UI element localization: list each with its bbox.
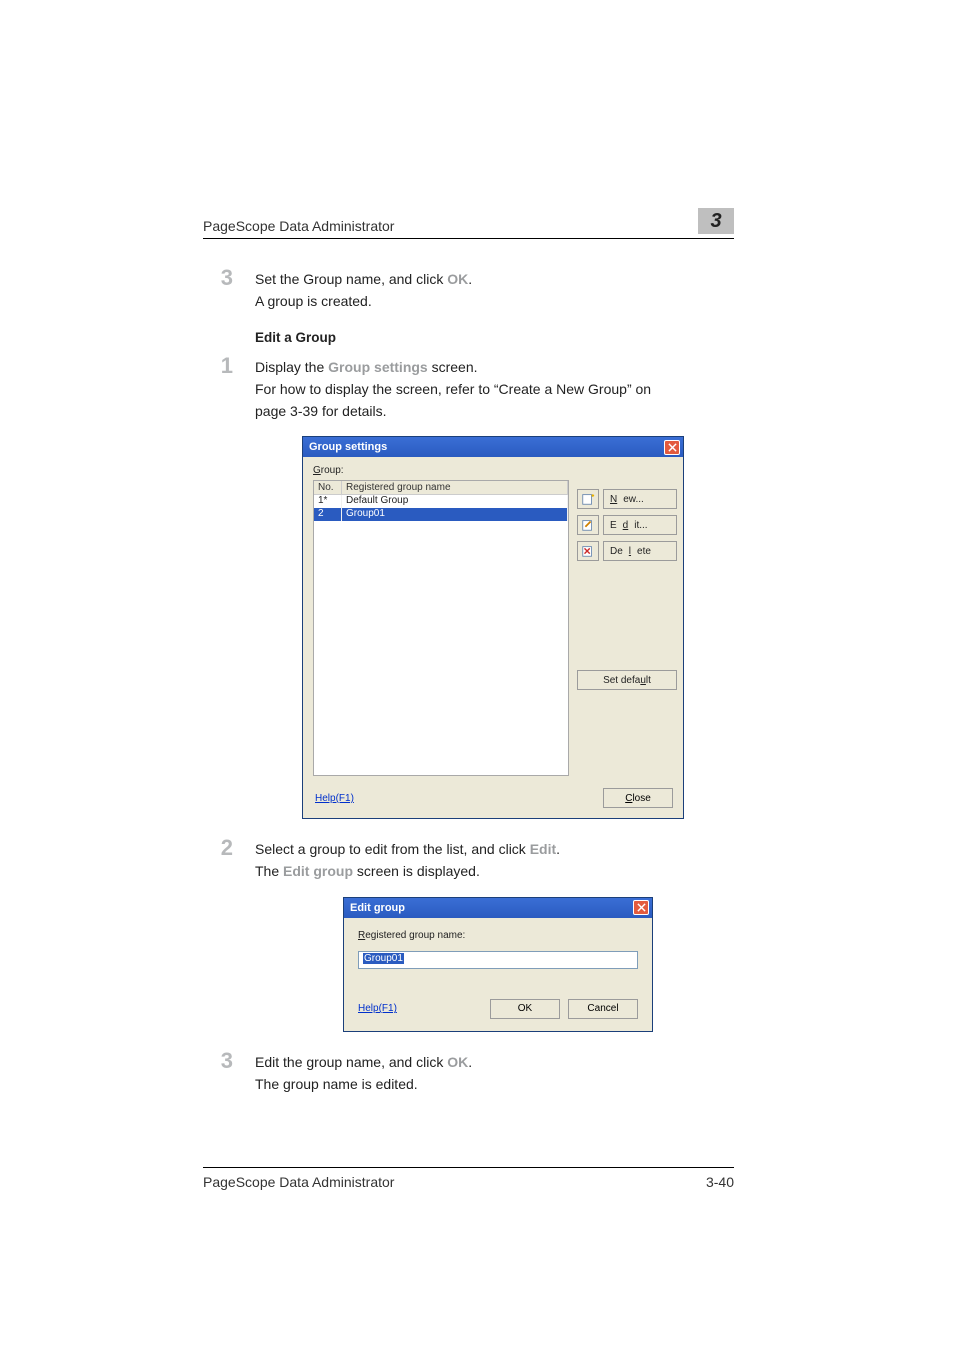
new-button-row: New... [577,489,677,509]
page-footer: PageScope Data Administrator 3-40 [203,1167,734,1190]
dialog-body: Group: No. Registered group name 1* Defa… [303,457,683,782]
step-text: Set the Group name, and click OK. A grou… [255,267,734,312]
step-line: The Edit group screen is displayed. [255,861,734,883]
registered-group-name-label: Registered group name: [358,930,638,941]
step-number: 3 [203,1050,233,1095]
close-icon[interactable] [664,440,680,455]
edit-icon[interactable] [577,515,599,535]
header-title: PageScope Data Administrator [203,218,394,234]
step-line: A group is created. [255,291,734,313]
cancel-button[interactable]: Cancel [568,999,638,1019]
edit-group-dialog: Edit group Registered group name: Group0… [343,897,653,1032]
dialog-title: Group settings [309,441,387,453]
dialog-body: Registered group name: Group01 [344,918,652,973]
dialog-buttons: OK Cancel [490,999,638,1019]
delete-button[interactable]: Delete [603,541,677,561]
chapter-badge: 3 [698,208,734,234]
ok-ref: OK [447,1054,468,1070]
group-label: Group: [313,465,569,476]
group-settings-dialog-figure: Group settings Group: No. Registered gro… [302,436,734,819]
step-line: Set the Group name, and click OK. [255,269,734,291]
step-3-bottom: 3 Edit the group name, and click OK. The… [203,1050,734,1095]
dialog-footer: Help(F1) Close [303,782,683,818]
edit-button[interactable]: Edit... [603,515,677,535]
step-line: For how to display the screen, refer to … [255,379,675,422]
step-number: 3 [203,267,233,312]
step-number: 2 [203,837,233,882]
step-line: Select a group to edit from the list, an… [255,839,734,861]
step-text: Display the Group settings screen. For h… [255,355,734,422]
delete-icon[interactable] [577,541,599,561]
close-button[interactable]: Close [603,788,673,808]
page-header: PageScope Data Administrator 3 [203,208,734,239]
edit-group-ref: Edit group [283,863,353,879]
set-default-button[interactable]: Set default [577,670,677,690]
edit-ref: Edit [530,841,556,857]
group-settings-dialog: Group settings Group: No. Registered gro… [302,436,684,819]
input-value: Group01 [363,953,404,964]
dialog-title: Edit group [350,902,405,914]
step-text: Select a group to edit from the list, an… [255,837,734,882]
new-button[interactable]: New... [603,489,677,509]
help-link[interactable]: Help(F1) [358,1003,397,1014]
new-icon[interactable] [577,489,599,509]
close-icon[interactable] [633,900,649,915]
edit-a-group-heading: Edit a Group [255,330,734,345]
dialog-right-panel: New... Edit... Delete [577,465,677,776]
edit-button-row: Edit... [577,515,677,535]
group-name-input[interactable]: Group01 [358,951,638,969]
step-3-top: 3 Set the Group name, and click OK. A gr… [203,267,734,312]
dialog-left-panel: Group: No. Registered group name 1* Defa… [313,465,569,776]
table-header: No. Registered group name [314,481,568,495]
ok-button[interactable]: OK [490,999,560,1019]
step-1: 1 Display the Group settings screen. For… [203,355,734,422]
document-page: PageScope Data Administrator 3 3 Set the… [0,0,954,1350]
step-line: Edit the group name, and click OK. [255,1052,734,1074]
dialog-footer: Help(F1) OK Cancel [344,973,652,1031]
step-line: Display the Group settings screen. [255,357,734,379]
delete-button-row: Delete [577,541,677,561]
ok-ref: OK [447,271,468,287]
step-text: Edit the group name, and click OK. The g… [255,1050,734,1095]
table-row[interactable]: 2 Group01 [314,508,568,521]
col-name: Registered group name [342,481,568,494]
col-no: No. [314,481,342,494]
step-number: 1 [203,355,233,422]
table-row[interactable]: 1* Default Group [314,495,568,508]
dialog-title-bar: Edit group [344,898,652,918]
group-settings-ref: Group settings [328,359,428,375]
step-2: 2 Select a group to edit from the list, … [203,837,734,882]
step-line: The group name is edited. [255,1074,734,1096]
help-link[interactable]: Help(F1) [315,793,354,804]
footer-right: 3-40 [706,1174,734,1190]
edit-group-dialog-figure: Edit group Registered group name: Group0… [343,897,734,1032]
dialog-title-bar: Group settings [303,437,683,457]
footer-left: PageScope Data Administrator [203,1174,394,1190]
group-table[interactable]: No. Registered group name 1* Default Gro… [313,480,569,776]
